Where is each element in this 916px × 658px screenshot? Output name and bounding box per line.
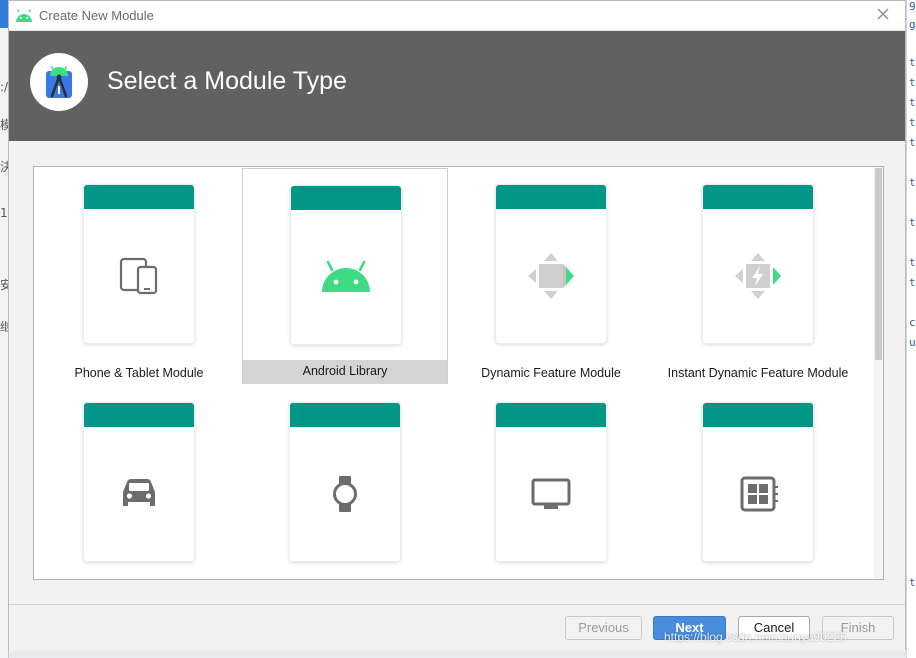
dynamic-feature-icon	[496, 209, 606, 343]
background-glyph: t	[909, 216, 916, 229]
module-card	[84, 185, 194, 343]
card-header-band	[291, 186, 401, 210]
things-board-icon	[703, 427, 813, 561]
module-tile-instant-dynamic-feature[interactable]: Instant Dynamic Feature Module	[655, 168, 861, 384]
background-glyph: t	[909, 116, 916, 129]
module-type-grid: Phone & Tablet Module Android Library Dy…	[33, 166, 884, 580]
module-card	[290, 403, 400, 561]
dialog-footer: Previous Next Cancel Finish	[9, 604, 905, 651]
finish-button[interactable]: Finish	[822, 616, 894, 640]
background-glyph: t	[909, 176, 916, 189]
background-glyph: t	[909, 276, 916, 289]
phone-tablet-icon	[84, 209, 194, 343]
background-glyph: t	[909, 76, 916, 89]
background-glyph: 9	[909, 0, 916, 13]
card-header-band	[703, 403, 813, 427]
dialog-titlebar: Create New Module	[9, 1, 905, 31]
module-card	[496, 185, 606, 343]
background-glyph: g	[909, 18, 916, 31]
module-label: Dynamic Feature Module	[481, 366, 621, 380]
create-module-dialog: Create New Module Select a Module Type P…	[8, 0, 906, 651]
android-icon	[291, 210, 401, 344]
instant-dynamic-feature-icon	[703, 209, 813, 343]
card-header-band	[496, 403, 606, 427]
grid-scrollbar[interactable]	[874, 167, 883, 579]
module-card	[84, 403, 194, 561]
car-icon	[84, 427, 194, 561]
module-label: Android Library	[243, 360, 447, 384]
module-label: Instant Dynamic Feature Module	[667, 366, 849, 380]
background-glyph: t	[909, 96, 916, 109]
dialog-title: Create New Module	[39, 8, 154, 23]
background-glyph: :/	[0, 80, 9, 94]
module-tile-android-tv[interactable]	[448, 386, 654, 579]
card-header-band	[84, 403, 194, 427]
module-card	[703, 185, 813, 343]
module-card	[496, 403, 606, 561]
background-tab-strip	[0, 0, 8, 28]
android-studio-icon	[46, 66, 72, 98]
watch-icon	[290, 427, 400, 561]
module-tile-android-library[interactable]: Android Library	[242, 168, 448, 384]
cancel-button[interactable]: Cancel	[738, 616, 810, 640]
next-button[interactable]: Next	[653, 616, 726, 640]
module-tile-dynamic-feature[interactable]: Dynamic Feature Module	[448, 168, 654, 384]
background-glyph: 1	[0, 206, 8, 220]
background-glyph: t	[909, 576, 916, 589]
module-card	[703, 403, 813, 561]
page-title: Select a Module Type	[107, 67, 347, 95]
module-tile-phone-tablet[interactable]: Phone & Tablet Module	[36, 168, 242, 384]
card-header-band	[496, 185, 606, 209]
card-header-band	[84, 185, 194, 209]
previous-button[interactable]: Previous	[565, 616, 642, 640]
background-glyph: u	[909, 336, 916, 349]
background-editor-right: 9 g t t t t t t t t t c u t	[906, 0, 916, 658]
tv-icon	[496, 427, 606, 561]
background-glyph: t	[909, 56, 916, 69]
android-icon	[15, 8, 33, 27]
background-glyph: c	[909, 316, 916, 329]
background-glyph: t	[909, 136, 916, 149]
android-studio-logo	[30, 53, 88, 111]
background-glyph: t	[909, 256, 916, 269]
card-header-band	[290, 403, 400, 427]
module-tile-android-things[interactable]	[655, 386, 861, 579]
module-label: Phone & Tablet Module	[74, 366, 204, 380]
close-icon[interactable]	[875, 6, 891, 22]
card-header-band	[703, 185, 813, 209]
dialog-header: Select a Module Type	[9, 31, 905, 141]
module-card	[291, 186, 401, 344]
scrollbar-thumb[interactable]	[875, 168, 882, 360]
module-tile-automotive[interactable]	[36, 386, 242, 579]
module-tile-wear-os[interactable]	[242, 386, 448, 579]
